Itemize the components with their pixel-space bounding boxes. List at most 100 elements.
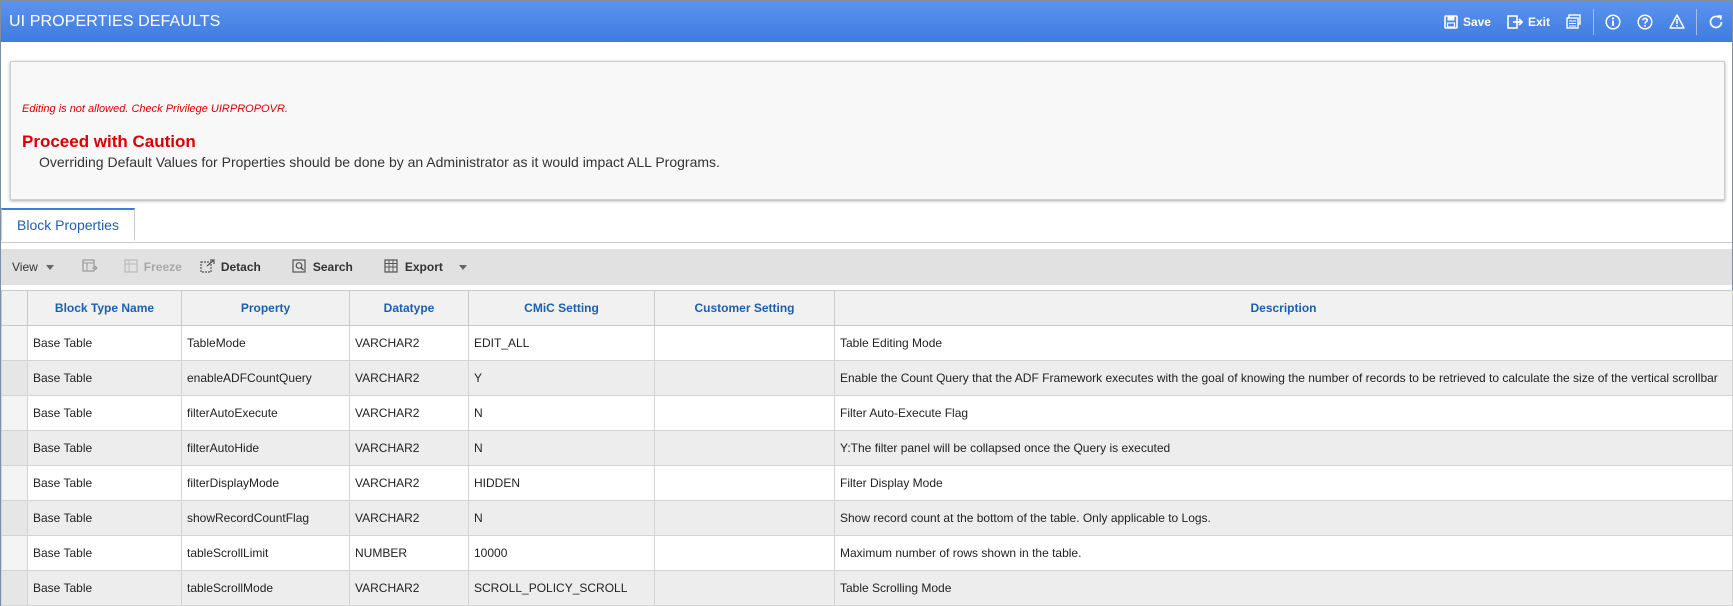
cell-cmic-setting: EDIT_ALL: [468, 325, 655, 361]
column-header-cmic-setting[interactable]: CMiC Setting: [468, 290, 655, 326]
cell-property: enableADFCountQuery: [181, 360, 350, 396]
cell-datatype: NUMBER: [349, 535, 469, 571]
help-icon: [1637, 13, 1653, 30]
cell-datatype: VARCHAR2: [349, 465, 469, 501]
chevron-down-icon[interactable]: [458, 264, 467, 270]
column-header-block-type-name[interactable]: Block Type Name: [27, 290, 182, 326]
cell-property: tableScrollMode: [181, 570, 350, 606]
row-selector[interactable]: [1, 360, 28, 396]
column-header-datatype[interactable]: Datatype: [349, 290, 469, 326]
view-menu[interactable]: View: [12, 260, 54, 274]
table-row[interactable]: Base Table tableScrollMode VARCHAR2 SCRO…: [1, 570, 1733, 606]
row-selector[interactable]: [1, 500, 28, 536]
refresh-button[interactable]: [1700, 1, 1732, 42]
toolbar-divider: [1593, 8, 1594, 35]
exit-icon: [1507, 14, 1523, 29]
cell-property: filterAutoExecute: [181, 395, 350, 431]
detach-button[interactable]: Detach: [200, 258, 261, 276]
cell-customer-setting: [654, 395, 835, 431]
table-row[interactable]: Base Table enableADFCountQuery VARCHAR2 …: [1, 360, 1733, 396]
cell-customer-setting: [654, 535, 835, 571]
table-row[interactable]: Base Table filterAutoHide VARCHAR2 N Y:T…: [1, 430, 1733, 466]
freeze-icon: [124, 258, 138, 276]
table-row[interactable]: Base Table filterDisplayMode VARCHAR2 HI…: [1, 465, 1733, 501]
cell-description: Table Editing Mode: [834, 325, 1733, 361]
tab-strip: Block Properties: [1, 208, 1732, 243]
table-row[interactable]: Base Table filterAutoExecute VARCHAR2 N …: [1, 395, 1733, 431]
table-row[interactable]: Base Table TableMode VARCHAR2 EDIT_ALL T…: [1, 325, 1733, 361]
table-row[interactable]: Base Table tableScrollLimit NUMBER 10000…: [1, 535, 1733, 571]
row-selector[interactable]: [1, 430, 28, 466]
column-header-customer-setting[interactable]: Customer Setting: [654, 290, 835, 326]
export-label: Export: [404, 260, 443, 274]
column-header-property[interactable]: Property: [181, 290, 350, 326]
row-selector[interactable]: [1, 570, 28, 606]
format-button[interactable]: [82, 258, 98, 276]
cell-description: Maximum number of rows shown in the tabl…: [834, 535, 1733, 571]
info-button[interactable]: [1597, 1, 1629, 42]
freeze-button[interactable]: Freeze: [124, 258, 182, 276]
table-row[interactable]: Base Table showRecordCountFlag VARCHAR2 …: [1, 500, 1733, 536]
format-columns-icon: [82, 258, 98, 276]
search-button[interactable]: Search: [292, 258, 353, 276]
help-button[interactable]: [1629, 1, 1661, 42]
cell-customer-setting: [654, 465, 835, 501]
save-label: Save: [1462, 14, 1491, 29]
table-header-row: Block Type Name Property Datatype CMiC S…: [1, 290, 1733, 326]
cell-block-type-name: Base Table: [27, 500, 182, 536]
row-selector[interactable]: [1, 395, 28, 431]
cell-customer-setting: [654, 430, 835, 466]
cell-description: Show record count at the bottom of the t…: [834, 500, 1733, 536]
cell-block-type-name: Base Table: [27, 430, 182, 466]
cell-property: filterAutoHide: [181, 430, 350, 466]
caution-title: Proceed with Caution: [22, 132, 196, 151]
info-icon: [1605, 13, 1621, 30]
search-icon: [292, 258, 307, 276]
cell-block-type-name: Base Table: [27, 360, 182, 396]
cell-property: TableMode: [181, 325, 350, 361]
app-title: UI PROPERTIES DEFAULTS: [9, 12, 221, 30]
cell-cmic-setting: SCROLL_POLICY_SCROLL: [468, 570, 655, 606]
cell-property: filterDisplayMode: [181, 465, 350, 501]
cell-datatype: VARCHAR2: [349, 430, 469, 466]
export-icon: [384, 258, 399, 276]
message-panel: Editing is not allowed. Check Privilege …: [10, 61, 1725, 200]
row-selector[interactable]: [1, 325, 28, 361]
cell-customer-setting: [654, 325, 835, 361]
print-button[interactable]: [1558, 1, 1590, 42]
export-button[interactable]: Export: [384, 258, 467, 276]
cell-cmic-setting: N: [468, 430, 655, 466]
cell-description: Filter Auto-Execute Flag: [834, 395, 1733, 431]
cell-datatype: VARCHAR2: [349, 360, 469, 396]
cell-block-type-name: Base Table: [27, 325, 182, 361]
cell-cmic-setting: 10000: [468, 535, 655, 571]
save-button[interactable]: Save: [1436, 15, 1499, 29]
exit-button[interactable]: Exit: [1499, 15, 1558, 29]
row-selector[interactable]: [1, 535, 28, 571]
chevron-down-icon: [45, 264, 54, 270]
row-header-corner: [1, 290, 28, 326]
cell-datatype: VARCHAR2: [349, 395, 469, 431]
warning-button[interactable]: [1661, 1, 1693, 42]
row-selector[interactable]: [1, 465, 28, 501]
cell-description: Table Scrolling Mode: [834, 570, 1733, 606]
detach-icon: [200, 258, 215, 276]
cell-property: tableScrollLimit: [181, 535, 350, 571]
column-header-description[interactable]: Description: [834, 290, 1733, 326]
cell-cmic-setting: N: [468, 500, 655, 536]
view-label: View: [12, 260, 38, 274]
freeze-label: Freeze: [143, 260, 182, 274]
grid-toolbar: View Freeze Detach Search Export: [1, 249, 1732, 285]
detach-label: Detach: [220, 260, 261, 274]
cell-block-type-name: Base Table: [27, 465, 182, 501]
tab-block-properties[interactable]: Block Properties: [1, 208, 135, 241]
cell-customer-setting: [654, 570, 835, 606]
save-icon: [1444, 14, 1458, 29]
search-label: Search: [312, 260, 353, 274]
privilege-error-message: Editing is not allowed. Check Privilege …: [22, 103, 288, 115]
block-properties-table: Block Type Name Property Datatype CMiC S…: [1, 290, 1733, 606]
cell-customer-setting: [654, 360, 835, 396]
cell-description: Filter Display Mode: [834, 465, 1733, 501]
cell-property: showRecordCountFlag: [181, 500, 350, 536]
caution-description: Overriding Default Values for Properties…: [39, 154, 720, 170]
